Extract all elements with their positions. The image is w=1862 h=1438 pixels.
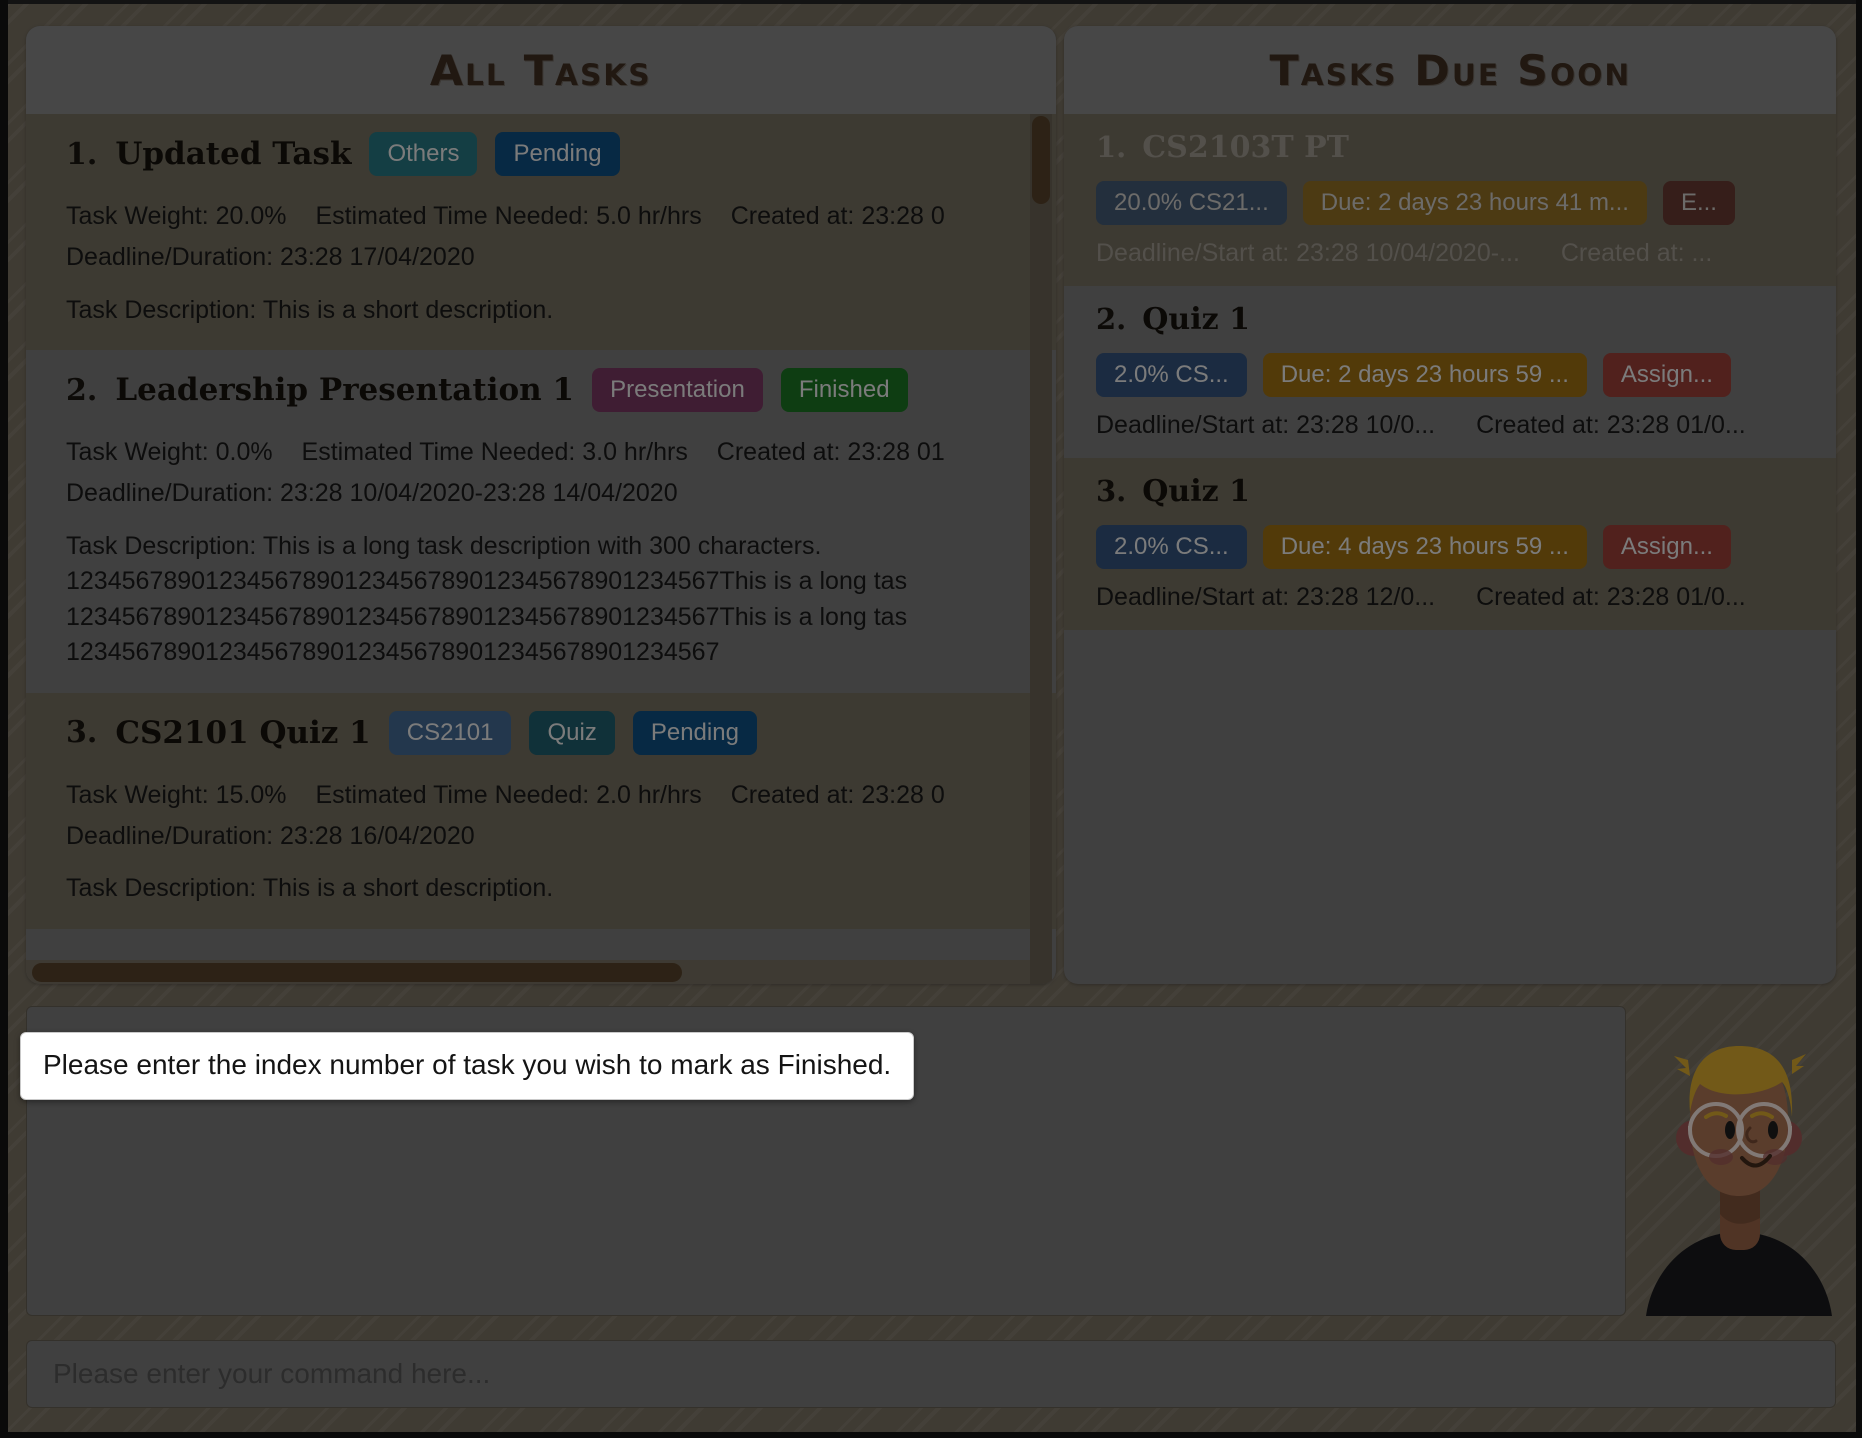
due-task-weight-chip[interactable]: 20.0% CS21... — [1096, 181, 1287, 225]
due-task-countdown-chip[interactable]: Due: 2 days 23 hours 41 m... — [1302, 181, 1647, 225]
due-task-deadline: Deadline/Start at: 23:28 10/0... — [1096, 411, 1436, 439]
all-tasks-header: All Tasks — [26, 26, 1056, 114]
due-task-index: 3. — [1096, 474, 1127, 508]
all-tasks-horizontal-scroll-thumb[interactable] — [32, 963, 682, 982]
due-task-type-chip[interactable]: Assign... — [1602, 525, 1731, 569]
task-index: 2. — [66, 372, 98, 408]
task-meta-line: Task Weight: 0.0% Estimated Time Needed:… — [66, 432, 1056, 473]
due-task-name: CS2103T PT — [1142, 130, 1349, 165]
task-card[interactable]: 3. CS2101 Quiz 1 CS2101 Quiz Pending Tas… — [26, 692, 1056, 929]
avatar — [1642, 1020, 1836, 1316]
all-tasks-panel: All Tasks 1. Updated Task Others Pending… — [26, 26, 1056, 984]
window-frame-left — [0, 0, 8, 1438]
due-task-created: Created at: 23:28 01/0... — [1476, 583, 1746, 611]
task-estimate: Estimated Time Needed: 5.0 hr/hrs — [315, 202, 702, 230]
task-index: 1. — [66, 136, 98, 172]
task-card[interactable]: 1. Updated Task Others Pending Task Weig… — [26, 114, 1056, 350]
due-task-card[interactable]: 3. Quiz 1 2.0% CS... Due: 4 days 23 hour… — [1064, 458, 1836, 630]
due-task-card[interactable]: 1. CS2103T PT 20.0% CS21... Due: 2 days … — [1064, 114, 1836, 286]
task-deadline: Deadline/Duration: 23:28 16/04/2020 — [66, 821, 475, 850]
tasks-due-soon-panel: Tasks Due Soon 1. CS2103T PT 20.0% CS21.… — [1064, 26, 1836, 984]
command-input-field[interactable]: Please enter your command here... — [26, 1340, 1836, 1408]
task-index: 3. — [66, 715, 98, 750]
task-card[interactable]: 2. Leadership Presentation 1 Presentatio… — [26, 350, 1056, 693]
tasks-due-soon-header: Tasks Due Soon — [1064, 26, 1836, 114]
application-window: All Tasks 1. Updated Task Others Pending… — [0, 0, 1862, 1438]
due-task-countdown-chip[interactable]: Due: 2 days 23 hours 59 ... — [1262, 353, 1587, 397]
task-tag-presentation[interactable]: Presentation — [592, 368, 763, 412]
due-task-meta-line: Deadline/Start at: 23:28 12/0... Created… — [1096, 583, 1836, 612]
due-task-type-chip[interactable]: E... — [1662, 181, 1735, 225]
due-task-index: 1. — [1096, 130, 1127, 164]
due-task-weight-chip[interactable]: 2.0% CS... — [1096, 353, 1247, 397]
task-weight: Task Weight: 15.0% — [66, 780, 287, 809]
due-task-meta-line: Deadline/Start at: 23:28 10/04/2020-... … — [1096, 239, 1836, 268]
due-task-header: 3. Quiz 1 — [1096, 474, 1836, 509]
due-task-chips: 2.0% CS... Due: 2 days 23 hours 59 ... A… — [1096, 353, 1836, 397]
due-task-created: Created at: ... — [1560, 239, 1713, 267]
task-estimate: Estimated Time Needed: 3.0 hr/hrs — [301, 438, 688, 466]
all-tasks-body: 1. Updated Task Others Pending Task Weig… — [26, 114, 1056, 984]
task-tag-module[interactable]: CS2101 — [388, 710, 512, 755]
task-status-finished[interactable]: Finished — [780, 368, 908, 412]
task-meta-line: Task Weight: 20.0% Estimated Time Needed… — [66, 196, 1056, 237]
task-status-pending[interactable]: Pending — [495, 132, 620, 176]
window-frame-right — [1856, 0, 1862, 1438]
task-header: 3. CS2101 Quiz 1 CS2101 Quiz Pending — [66, 710, 1056, 755]
due-task-chips: 20.0% CS21... Due: 2 days 23 hours 41 m.… — [1096, 181, 1836, 225]
due-task-name: Quiz 1 — [1142, 302, 1250, 337]
task-tag-quiz[interactable]: Quiz — [529, 710, 615, 755]
due-task-header: 2. Quiz 1 — [1096, 302, 1836, 337]
due-task-name: Quiz 1 — [1142, 474, 1250, 509]
modal-prompt-text: Please enter the index number of task yo… — [43, 1049, 892, 1080]
tasks-due-soon-title: Tasks Due Soon — [1269, 45, 1631, 95]
task-estimate: Estimated Time Needed: 2.0 hr/hrs — [315, 780, 702, 809]
task-header: 2. Leadership Presentation 1 Presentatio… — [66, 368, 1056, 412]
task-weight: Task Weight: 20.0% — [66, 202, 287, 230]
all-tasks-horizontal-scrollbar[interactable] — [26, 960, 1030, 984]
due-task-card[interactable]: 2. Quiz 1 2.0% CS... Due: 2 days 23 hour… — [1064, 286, 1836, 458]
window-frame-bottom — [0, 1432, 1862, 1438]
task-deadline: Deadline/Duration: 23:28 17/04/2020 — [66, 243, 475, 272]
task-description: Task Description: This is a long task de… — [66, 531, 908, 667]
all-tasks-scroll-viewport[interactable]: 1. Updated Task Others Pending Task Weig… — [26, 114, 1056, 984]
task-meta-line: Task Weight: 15.0% Estimated Time Needed… — [66, 775, 1056, 816]
due-task-header: 1. CS2103T PT — [1096, 130, 1836, 165]
task-weight: Task Weight: 0.0% — [66, 438, 273, 466]
task-tag-others[interactable]: Others — [369, 132, 478, 176]
modal-prompt-dialog: Please enter the index number of task yo… — [20, 1032, 915, 1100]
task-created: Created at: 23:28 01 — [716, 438, 945, 466]
task-deadline: Deadline/Duration: 23:28 10/04/2020-23:2… — [66, 479, 678, 508]
due-task-deadline: Deadline/Start at: 23:28 12/0... — [1096, 583, 1436, 611]
window-frame-top — [0, 0, 1862, 4]
avatar-illustration — [1646, 1046, 1832, 1316]
command-input-placeholder: Please enter your command here... — [53, 1358, 491, 1389]
tasks-due-soon-body: 1. CS2103T PT 20.0% CS21... Due: 2 days … — [1064, 114, 1836, 984]
due-soon-scroll-viewport[interactable]: 1. CS2103T PT 20.0% CS21... Due: 2 days … — [1064, 114, 1836, 984]
task-name: CS2101 Quiz 1 — [115, 714, 371, 751]
due-task-countdown-chip[interactable]: Due: 4 days 23 hours 59 ... — [1262, 525, 1587, 569]
task-header: 1. Updated Task Others Pending — [66, 132, 1056, 176]
due-task-type-chip[interactable]: Assign... — [1602, 353, 1731, 397]
task-status-pending[interactable]: Pending — [632, 710, 757, 755]
due-task-chips: 2.0% CS... Due: 4 days 23 hours 59 ... A… — [1096, 525, 1836, 569]
all-tasks-vertical-scrollbar[interactable] — [1030, 114, 1052, 984]
due-task-created: Created at: 23:28 01/0... — [1476, 411, 1746, 439]
task-description: Task Description: This is a short descri… — [66, 295, 554, 324]
task-created: Created at: 23:28 0 — [730, 780, 945, 809]
task-description: Task Description: This is a short descri… — [66, 874, 554, 902]
task-created: Created at: 23:28 0 — [730, 202, 945, 230]
all-tasks-title: All Tasks — [430, 45, 652, 95]
task-name: Leadership Presentation 1 — [115, 372, 575, 408]
due-task-deadline: Deadline/Start at: 23:28 10/04/2020-... — [1096, 239, 1520, 267]
due-task-weight-chip[interactable]: 2.0% CS... — [1096, 525, 1247, 569]
due-task-index: 2. — [1096, 302, 1127, 336]
all-tasks-vertical-scroll-thumb[interactable] — [1032, 116, 1050, 204]
task-name: Updated Task — [115, 136, 352, 172]
due-task-meta-line: Deadline/Start at: 23:28 10/0... Created… — [1096, 411, 1836, 440]
